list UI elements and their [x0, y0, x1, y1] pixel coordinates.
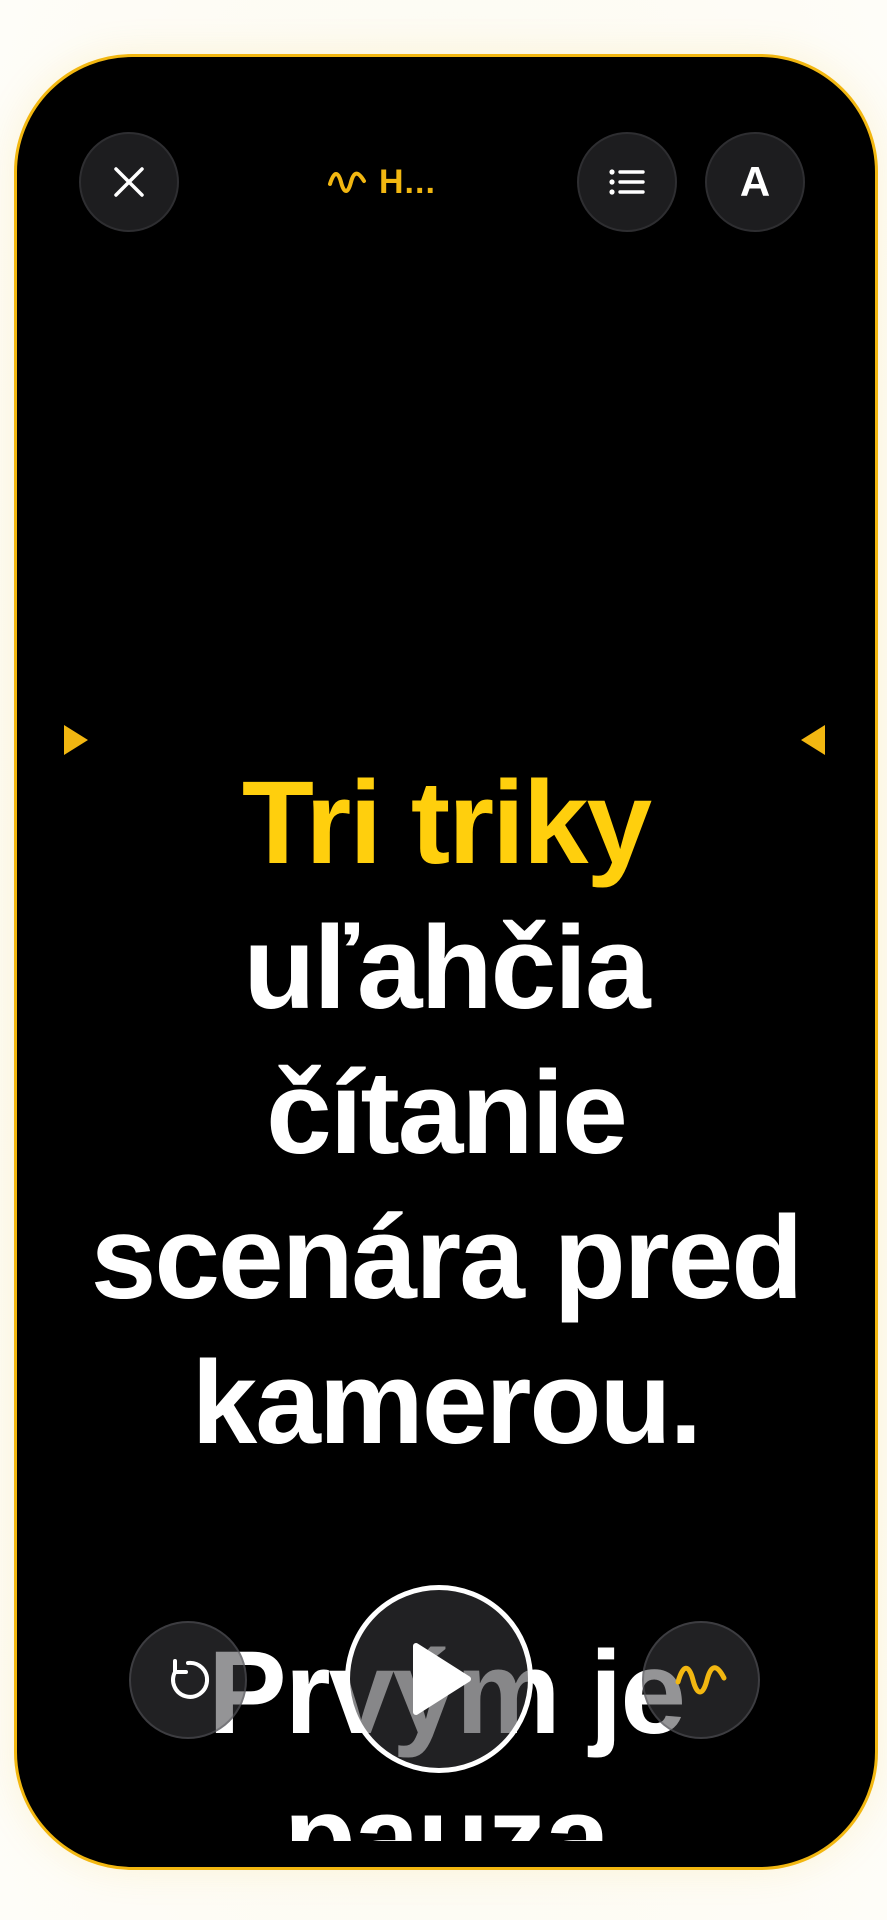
font-settings-button[interactable]: A [705, 132, 805, 232]
script-title-text: H... [379, 162, 436, 201]
script-line: scenára pred [90, 1192, 804, 1324]
font-settings-label: A [739, 158, 771, 205]
script-line: kamerou. [191, 1337, 703, 1469]
script-line: čítanie [266, 1047, 628, 1179]
play-icon [413, 1643, 471, 1715]
script-line: pauza [283, 1772, 610, 1841]
voice-tracking-button[interactable] [642, 1621, 760, 1739]
restart-icon [171, 1659, 210, 1699]
close-icon [114, 167, 144, 197]
restart-button[interactable] [129, 1621, 247, 1739]
list-icon [609, 169, 645, 195]
close-button[interactable] [79, 132, 179, 232]
script-line: uľahčia [243, 902, 650, 1034]
play-button[interactable] [345, 1585, 533, 1773]
script-list-button[interactable] [577, 132, 677, 232]
script-title[interactable]: H... [327, 162, 436, 202]
teleprompter-screen: H... A Tri triky uľahčia čítanie scenára… [14, 54, 878, 1870]
waveform-icon [675, 1665, 727, 1695]
waveform-icon [328, 171, 366, 193]
script-line: Tri triky [241, 757, 652, 889]
